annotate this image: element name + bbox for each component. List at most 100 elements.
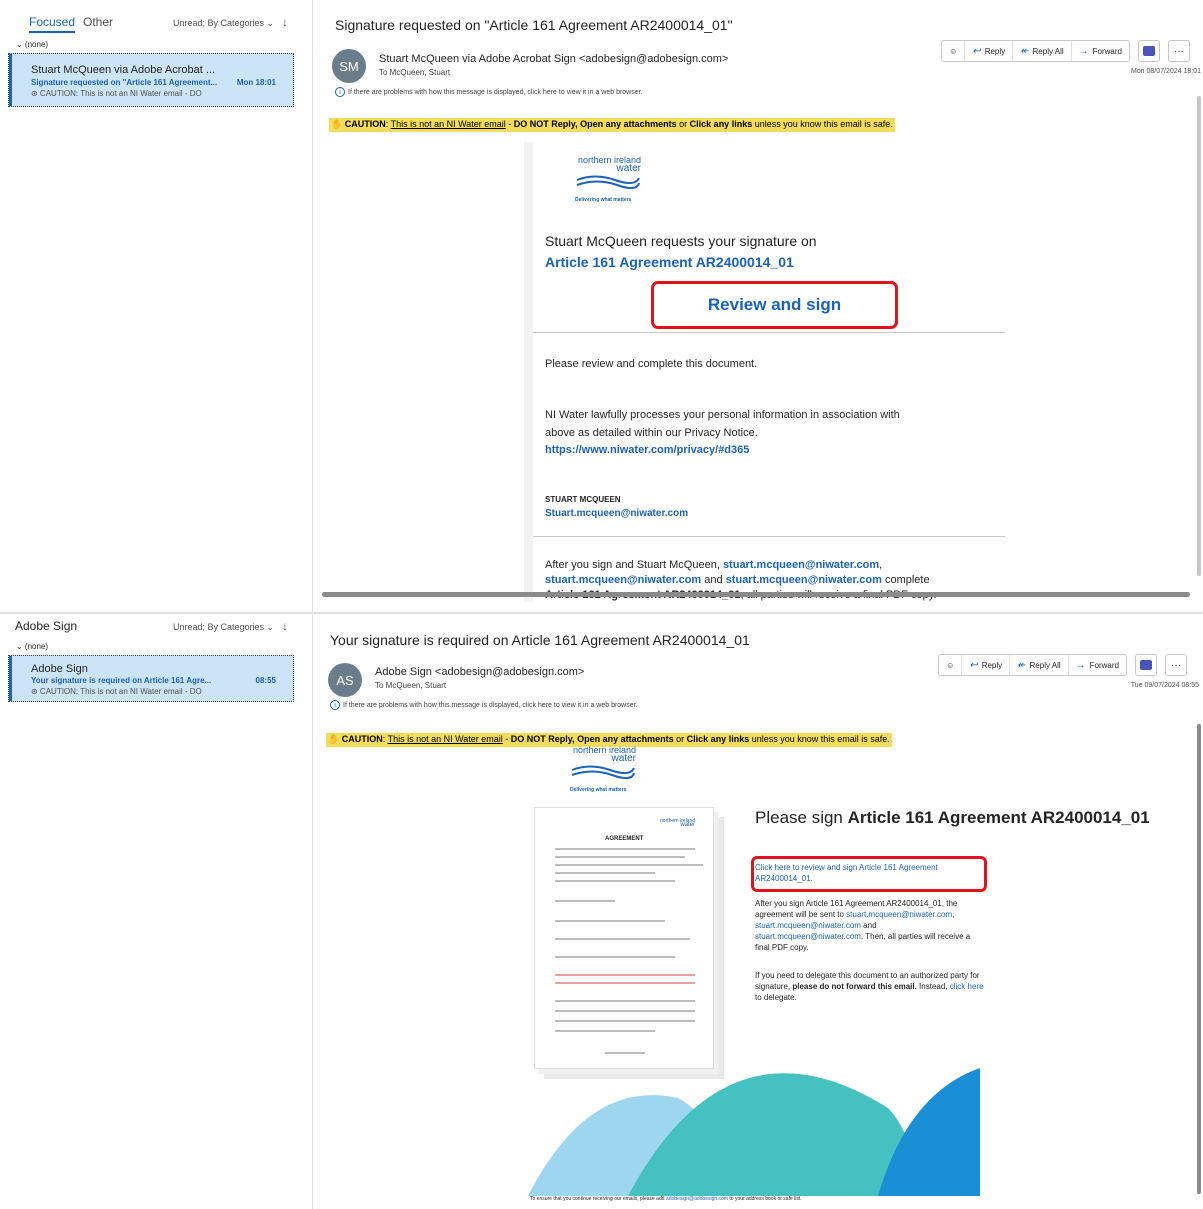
- doc-line: [555, 1010, 695, 1012]
- delegate-text-3: to delegate.: [755, 993, 797, 1002]
- message-list: Adobe Sign Unread; By Categories ⌄ ↓ ⌄ (…: [0, 614, 313, 1209]
- review-and-sign-link[interactable]: Click here to review and sign Article 16…: [755, 862, 985, 884]
- email-link[interactable]: stuart.mcqueen@niwater.com: [723, 559, 879, 571]
- forward-label: Forward: [1092, 46, 1122, 56]
- horizontal-scrollbar[interactable]: [322, 592, 1190, 597]
- caution-link: This is not an NI Water email: [387, 734, 503, 744]
- email-link[interactable]: stuart.mcqueen@niwater.com: [755, 921, 861, 930]
- sort-dropdown[interactable]: Unread; By Categories ⌄: [173, 622, 274, 633]
- after-text-2: ,: [879, 559, 883, 571]
- tab-focused[interactable]: Focused: [29, 15, 76, 33]
- reply-button[interactable]: ↩ Reply: [962, 655, 1011, 675]
- avatar[interactable]: AS: [328, 663, 362, 697]
- browser-view-text: If there are problems with how this mess…: [348, 89, 643, 96]
- email-link[interactable]: stuart.mcqueen@niwater.com: [726, 574, 882, 586]
- teams-button[interactable]: [1138, 40, 1160, 62]
- email-sender[interactable]: Stuart McQueen via Adobe Acrobat Sign <a…: [379, 53, 728, 65]
- footer-note: To ensure that you continue receiving ou…: [530, 1196, 802, 1202]
- after-sign-text: After you sign Article 161 Agreement AR2…: [755, 898, 985, 953]
- reply-button[interactable]: ↩ Reply: [965, 41, 1014, 61]
- please-review-text: Please review and complete this document…: [545, 358, 758, 370]
- group-header[interactable]: ⌄ (none): [16, 642, 48, 651]
- wave-icon: [576, 175, 640, 189]
- selection-bar: [9, 656, 12, 701]
- selection-bar: [9, 54, 12, 106]
- email-link[interactable]: stuart.mcqueen@niwater.com: [846, 910, 952, 919]
- email-sender[interactable]: Adobe Sign <adobesign@adobesign.com>: [375, 666, 584, 678]
- doc-heading: AGREEMENT: [605, 836, 644, 842]
- reply-all-label: Reply All: [1032, 46, 1064, 56]
- delegate-warning: please do not forward this email.: [792, 982, 917, 991]
- more-actions-button[interactable]: ···: [1168, 40, 1190, 62]
- email-date: Mon 08/07/2024 18:01: [1130, 68, 1201, 75]
- caution-label: CAUTION: [344, 119, 386, 129]
- privacy-text-1: NI Water lawfully processes your persona…: [545, 409, 900, 421]
- request-line: Stuart McQueen requests your signature o…: [545, 233, 817, 249]
- info-icon: i: [335, 87, 345, 97]
- doc-line: [555, 974, 695, 976]
- decorative-wave: [528, 1068, 980, 1196]
- reply-all-button[interactable]: ↞ Reply All: [1010, 655, 1069, 675]
- list-item[interactable]: Adobe Sign Your signature is required on…: [8, 655, 294, 702]
- email-link[interactable]: stuart.mcqueen@niwater.com: [545, 574, 701, 586]
- caution-warning: DO NOT Reply, Open any attachments: [510, 734, 674, 744]
- list-item-subject: Signature requested on "Article 161 Agre…: [31, 78, 218, 87]
- caution-warning-2: Click any links: [686, 734, 750, 744]
- teams-icon: [1143, 46, 1155, 56]
- document-thumbnail[interactable]: northern ireland water AGREEMENT: [534, 807, 714, 1069]
- reading-pane: Your signature is required on Article 16…: [314, 614, 1203, 1209]
- caution-banner: ✋ CAUTION: This is not an NI Water email…: [329, 118, 895, 132]
- browser-view-notice[interactable]: i If there are problems with how this mes…: [330, 700, 638, 710]
- after-text-1: After you sign and Stuart McQueen,: [545, 559, 723, 571]
- doc-line: [555, 920, 665, 922]
- sort-dropdown[interactable]: Unread; By Categories ⌄: [173, 18, 274, 29]
- please-sign-doc: Article 161 Agreement AR2400014_01: [847, 808, 1150, 827]
- list-item[interactable]: Stuart McQueen via Adobe Acrobat ... Sig…: [8, 53, 294, 107]
- doc-line: [555, 1020, 695, 1022]
- vertical-scrollbar[interactable]: [1197, 96, 1201, 576]
- emoji-button[interactable]: ☺: [939, 655, 963, 675]
- group-header[interactable]: ⌄ (none): [16, 40, 48, 49]
- signer-name: STUART MCQUEEN: [545, 495, 621, 504]
- email-link[interactable]: stuart.mcqueen@niwater.com: [755, 932, 861, 941]
- document-title[interactable]: Article 161 Agreement AR2400014_01: [545, 254, 794, 270]
- caution-tail: unless you know this email is safe.: [752, 119, 893, 129]
- signer-email-link[interactable]: Stuart.mcqueen@niwater.com: [545, 508, 688, 519]
- email-recipient[interactable]: To McQueen, Stuart: [375, 681, 446, 690]
- please-sign-text: Please sign: [755, 808, 848, 827]
- email-recipient[interactable]: To McQueen, Stuart: [379, 68, 450, 77]
- more-actions-button[interactable]: ···: [1165, 654, 1187, 676]
- message-window-2: Adobe Sign Unread; By Categories ⌄ ↓ ⌄ (…: [0, 612, 1203, 1209]
- sort-direction-icon[interactable]: ↓: [282, 619, 288, 633]
- doc-line: [555, 1000, 695, 1002]
- doc-line: [555, 856, 685, 858]
- folder-title: Adobe Sign: [15, 619, 78, 633]
- vertical-scrollbar[interactable]: [1197, 724, 1201, 1194]
- reply-group: ☺ ↩ Reply ↞ Reply All → Forward: [938, 654, 1127, 676]
- niw-logo: northern ireland water Delivering what m…: [570, 745, 636, 793]
- forward-button[interactable]: → Forward: [1072, 41, 1129, 61]
- caution-warning-2: Click any links: [689, 119, 753, 129]
- delegate-link[interactable]: click here: [950, 982, 984, 991]
- avatar[interactable]: SM: [332, 49, 366, 83]
- reading-pane: Signature requested on "Article 161 Agre…: [314, 0, 1203, 612]
- teams-button[interactable]: [1135, 654, 1157, 676]
- list-item-time: Mon 18:01: [236, 78, 276, 87]
- tab-other[interactable]: Other: [83, 15, 113, 29]
- privacy-link[interactable]: https://www.niwater.com/privacy/#d365: [545, 444, 749, 456]
- review-and-sign-button[interactable]: Review and sign: [651, 281, 898, 329]
- reply-label: Reply: [984, 46, 1006, 56]
- reply-icon: ↩: [969, 659, 978, 671]
- forward-button[interactable]: → Forward: [1069, 655, 1126, 675]
- caution-tail: unless you know this email is safe.: [749, 734, 890, 744]
- divider: [533, 332, 1005, 333]
- doc-line: [555, 848, 695, 850]
- reply-all-button[interactable]: ↞ Reply All: [1013, 41, 1072, 61]
- browser-view-notice[interactable]: i If there are problems with how this mes…: [335, 87, 643, 97]
- list-item-sender: Adobe Sign: [31, 663, 88, 675]
- caution-warning: DO NOT Reply, Open any attachments: [513, 119, 677, 129]
- sort-direction-icon[interactable]: ↓: [282, 15, 288, 29]
- emoji-button[interactable]: ☺: [942, 41, 966, 61]
- list-item-preview: ⊛ CAUTION: This is not an NI Water email…: [31, 687, 202, 696]
- footer-email-link[interactable]: adobesign@adobesign.com: [666, 1196, 728, 1202]
